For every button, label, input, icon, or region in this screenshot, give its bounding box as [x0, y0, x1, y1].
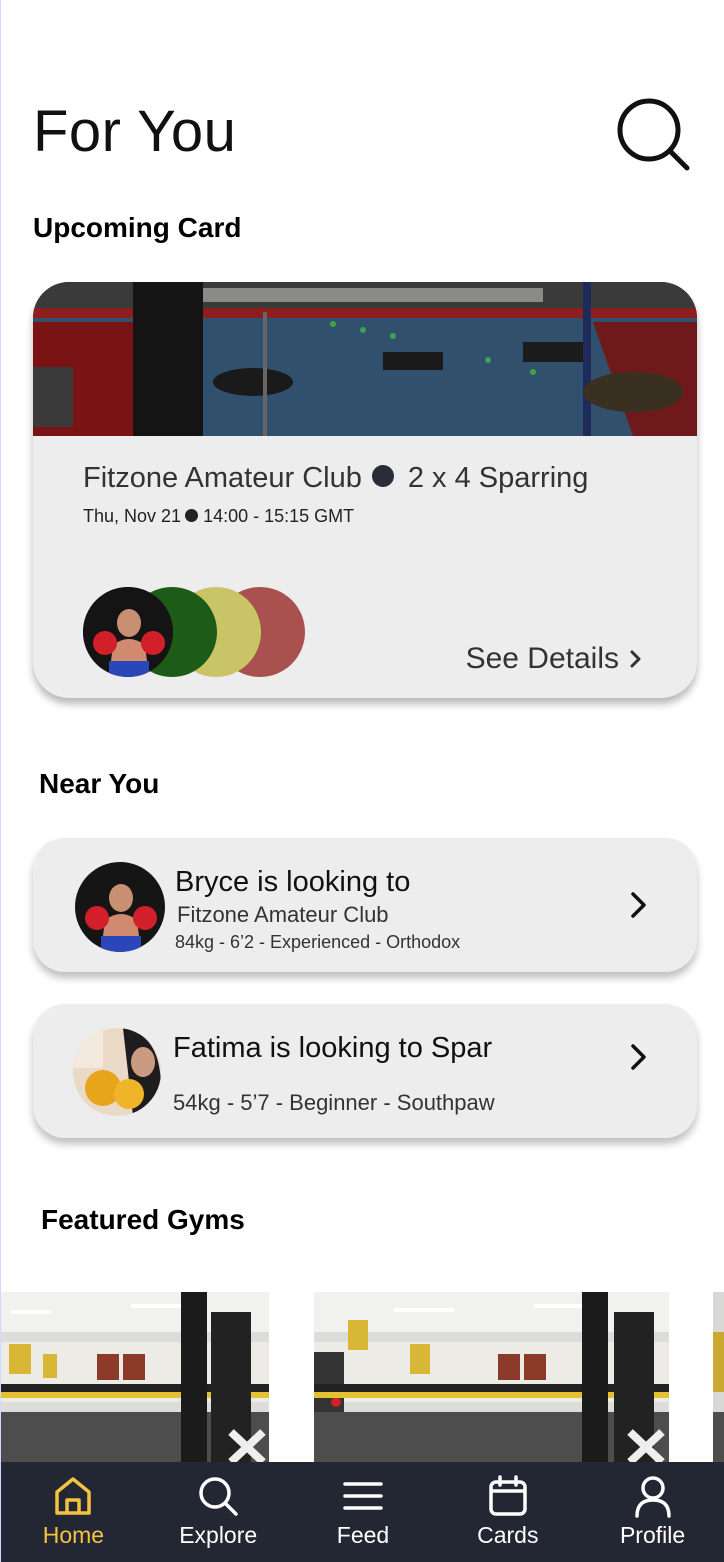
- near-you-name: Bryce is looking to: [175, 866, 411, 898]
- gym-photo: [1, 1292, 269, 1462]
- featured-gym-card[interactable]: [713, 1292, 724, 1462]
- event-date: Thu, Nov 21: [83, 506, 182, 526]
- near-you-item[interactable]: Fatima is looking to Spar 54kg - 5’7 - B…: [33, 1004, 697, 1138]
- menu-icon: [343, 1482, 383, 1510]
- see-details-link[interactable]: See Details: [466, 642, 643, 676]
- nav-profile[interactable]: Profile: [588, 1462, 718, 1562]
- event-title: Fitzone Amateur Club 2 x 4 Sparring: [83, 462, 588, 495]
- page-title: For You: [33, 99, 237, 164]
- featured-gym-card[interactable]: [314, 1292, 669, 1462]
- nav-home[interactable]: Home: [8, 1462, 138, 1562]
- gym-photo: [314, 1292, 669, 1462]
- club-name: Fitzone Amateur Club: [83, 462, 362, 494]
- near-you-club: Fitzone Amateur Club: [177, 902, 389, 927]
- near-you-stats: 54kg - 5’7 - Beginner - Southpaw: [173, 1090, 495, 1115]
- separator-dot: [185, 509, 199, 523]
- nav-feed[interactable]: Feed: [298, 1462, 428, 1562]
- featured-gyms-section-title: Featured Gyms: [41, 1204, 245, 1235]
- calendar-icon: [489, 1475, 527, 1516]
- home-icon: [55, 1477, 92, 1515]
- search-icon: [199, 1477, 238, 1516]
- bottom-nav: Home Explore Feed Cards Profile: [1, 1462, 724, 1562]
- separator-dot: [371, 465, 394, 488]
- featured-gym-card[interactable]: [1, 1292, 269, 1462]
- near-you-section-title: Near You: [39, 768, 160, 799]
- gym-photo: [713, 1292, 724, 1462]
- nav-explore[interactable]: Explore: [153, 1462, 283, 1562]
- event-time: 14:00 - 15:15 GMT: [203, 506, 355, 526]
- participant-avatar-photo: [83, 587, 173, 677]
- event-name: 2 x 4 Sparring: [407, 462, 589, 494]
- chevron-right-icon: [631, 892, 646, 918]
- chevron-right-icon: [631, 1044, 646, 1070]
- avatar: [73, 1028, 161, 1116]
- avatar: [75, 862, 165, 952]
- event-datetime: Thu, Nov 21 14:00 - 15:15 GMT: [83, 506, 354, 527]
- gym-photo: [33, 282, 697, 436]
- chevron-right-icon: [630, 650, 641, 668]
- user-icon: [634, 1476, 671, 1518]
- search-button[interactable]: [613, 96, 693, 176]
- nav-cards[interactable]: Cards: [443, 1462, 573, 1562]
- upcoming-section-title: Upcoming Card: [33, 212, 242, 243]
- near-you-item[interactable]: Bryce is looking to Fitzone Amateur Club…: [33, 838, 697, 972]
- near-you-stats: 84kg - 6’2 - Experienced - Orthodox: [175, 932, 461, 952]
- near-you-name: Fatima is looking to Spar: [173, 1032, 493, 1064]
- upcoming-card[interactable]: Fitzone Amateur Club 2 x 4 Sparring Thu, …: [33, 282, 697, 698]
- search-icon: [617, 98, 690, 171]
